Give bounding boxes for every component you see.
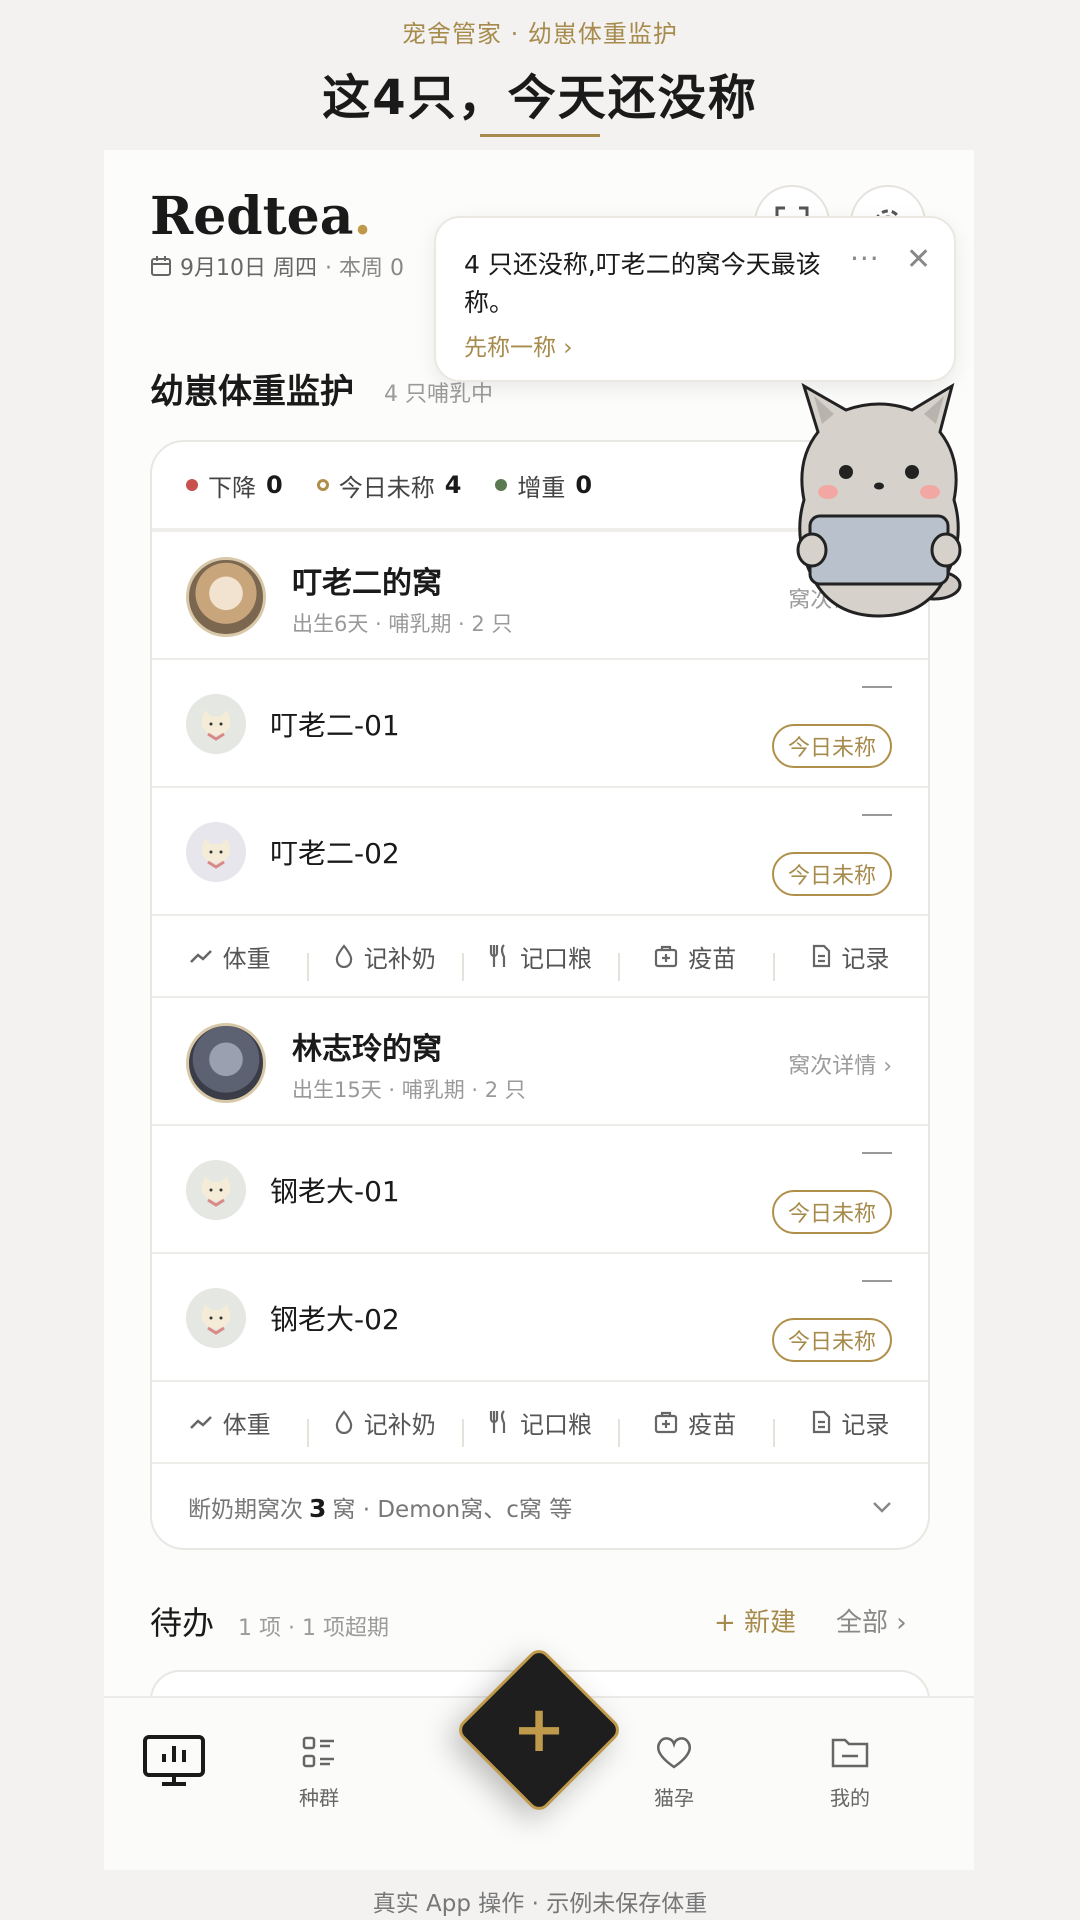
unweighed-dot-icon — [316, 479, 329, 491]
legend-unweighed[interactable]: 今日未称 4 — [316, 468, 461, 503]
chevron-down-icon — [873, 1502, 891, 1513]
litter-meta: 出生6天 · 哺乳期 · 2 只 — [292, 612, 513, 636]
kit-name: 钢老大-02 — [270, 1303, 400, 1336]
kit-row[interactable]: 叮老二-01 今日未称 — [152, 660, 928, 788]
action-food[interactable]: 记口粮 — [462, 939, 617, 981]
action-vaccine[interactable]: 疫苗 — [617, 1405, 773, 1447]
more-icon[interactable]: ··· — [850, 242, 880, 275]
action-record[interactable]: 记录 — [772, 939, 928, 981]
weight-placeholder — [862, 1280, 892, 1282]
date-row: 9月10日 周四 · 本周 0 — [150, 250, 404, 282]
plus-icon: + — [512, 1693, 566, 1767]
date-text: 9月10日 周四 — [180, 256, 317, 281]
kit-row[interactable]: 钢老大-01 今日未称 — [152, 1126, 928, 1254]
caption-top: 宠舍管家 · 幼崽体重监护 — [402, 20, 678, 48]
close-icon[interactable]: ✕ — [906, 242, 931, 277]
tab-profile[interactable]: 我的 — [780, 1734, 920, 1811]
all-todos-link[interactable]: 全部 › — [836, 1602, 907, 1639]
kit-row[interactable]: 钢老大-02 今日未称 — [152, 1254, 928, 1382]
tab-pregnancy[interactable]: 猫孕 — [604, 1734, 744, 1811]
medkit-icon — [655, 1411, 678, 1434]
litter-name: 林志玲的窝 — [292, 1032, 442, 1067]
headline-underline — [480, 134, 600, 137]
heart-icon — [657, 1737, 691, 1769]
action-supplement-milk[interactable]: 记补奶 — [307, 1405, 462, 1447]
calendar-icon — [151, 256, 171, 276]
kitten-avatar-icon — [186, 694, 246, 754]
legend-decline[interactable]: 下降 0 — [186, 468, 283, 503]
drop-icon — [335, 944, 353, 968]
headline: 这4只，今天还没称 — [322, 70, 758, 126]
action-vaccine[interactable]: 疫苗 — [617, 939, 773, 981]
status-badge[interactable]: 今日未称 — [771, 1190, 892, 1234]
status-badge[interactable]: 今日未称 — [771, 724, 892, 768]
weight-placeholder — [862, 1152, 892, 1154]
caption-bottom: 真实 App 操作 · 示例未保存体重 — [372, 1891, 708, 1917]
section-title: 幼崽体重监护 — [150, 372, 354, 412]
status-badge[interactable]: 今日未称 — [771, 1318, 892, 1362]
decline-dot-icon — [186, 479, 198, 491]
brand-logo: Redtea. — [150, 186, 372, 247]
medkit-icon — [655, 945, 678, 968]
utensils-icon — [489, 1410, 506, 1433]
kitten-avatar-icon — [186, 822, 246, 882]
tab-dashboard[interactable] — [104, 1734, 244, 1794]
weigh-now-link[interactable]: 先称一称 › — [464, 328, 573, 362]
week-summary: · 本周 0 — [325, 256, 404, 281]
folder-icon — [831, 1738, 869, 1768]
litter-detail-link[interactable]: 窝次详情 › — [788, 1048, 892, 1080]
todo-title: 待办 — [150, 1604, 215, 1642]
drop-icon — [335, 1410, 353, 1434]
weight-placeholder — [862, 814, 892, 816]
gain-dot-icon — [495, 479, 508, 491]
kit-row[interactable]: 叮老二-02 今日未称 — [152, 788, 928, 916]
litter-name: 叮老二的窝 — [292, 566, 442, 601]
reminder-message: 4 只还没称,叮老二的窝今天最该称。 — [464, 250, 821, 317]
kit-name: 叮老二-01 — [270, 709, 400, 742]
weight-placeholder — [862, 686, 892, 688]
cat-mascot-illustration — [796, 382, 962, 618]
litter-actions: 体重 记补奶 记口粮 疫苗 记录 — [152, 916, 928, 998]
status-badge[interactable]: 今日未称 — [771, 852, 892, 896]
litter-meta: 出生15天 · 哺乳期 · 2 只 — [292, 1078, 526, 1102]
list-icon — [302, 1736, 334, 1768]
todo-subtitle: 1 项 · 1 项超期 — [238, 1616, 389, 1641]
action-food[interactable]: 记口粮 — [462, 1405, 617, 1447]
litter-row[interactable]: 林志玲的窝 出生15天 · 哺乳期 · 2 只 窝次详情 › — [152, 998, 928, 1126]
action-weight[interactable]: 体重 — [152, 1405, 307, 1440]
legend-gain[interactable]: 增重 0 — [495, 468, 592, 503]
trend-icon — [189, 1416, 212, 1429]
tab-population[interactable]: 种群 — [249, 1734, 389, 1811]
litter-avatar — [186, 557, 266, 637]
dashboard-icon — [143, 1735, 205, 1786]
action-weight[interactable]: 体重 — [152, 939, 307, 974]
litter-avatar — [186, 1023, 266, 1103]
litter-actions: 体重 记补奶 记口粮 疫苗 记录 — [152, 1382, 928, 1464]
utensils-icon — [489, 944, 506, 967]
weaning-text: 断奶期窝次 3 窝 · Demon窝、c窝 等 — [188, 1494, 573, 1523]
reminder-popover: 4 只还没称,叮老二的窝今天最该称。 先称一称 › ··· ✕ — [434, 216, 956, 382]
kitten-avatar-icon — [186, 1288, 246, 1348]
kit-name: 叮老二-02 — [270, 837, 400, 870]
weaning-summary[interactable]: 断奶期窝次 3 窝 · Demon窝、c窝 等 — [152, 1464, 928, 1548]
document-icon — [813, 1410, 831, 1434]
trend-icon — [189, 950, 212, 963]
action-record[interactable]: 记录 — [772, 1405, 928, 1447]
kitten-avatar-icon — [186, 1160, 246, 1220]
kit-name: 钢老大-01 — [270, 1175, 400, 1208]
new-todo-button[interactable]: + 新建 — [714, 1602, 796, 1639]
document-icon — [813, 944, 831, 968]
action-supplement-milk[interactable]: 记补奶 — [307, 939, 462, 981]
